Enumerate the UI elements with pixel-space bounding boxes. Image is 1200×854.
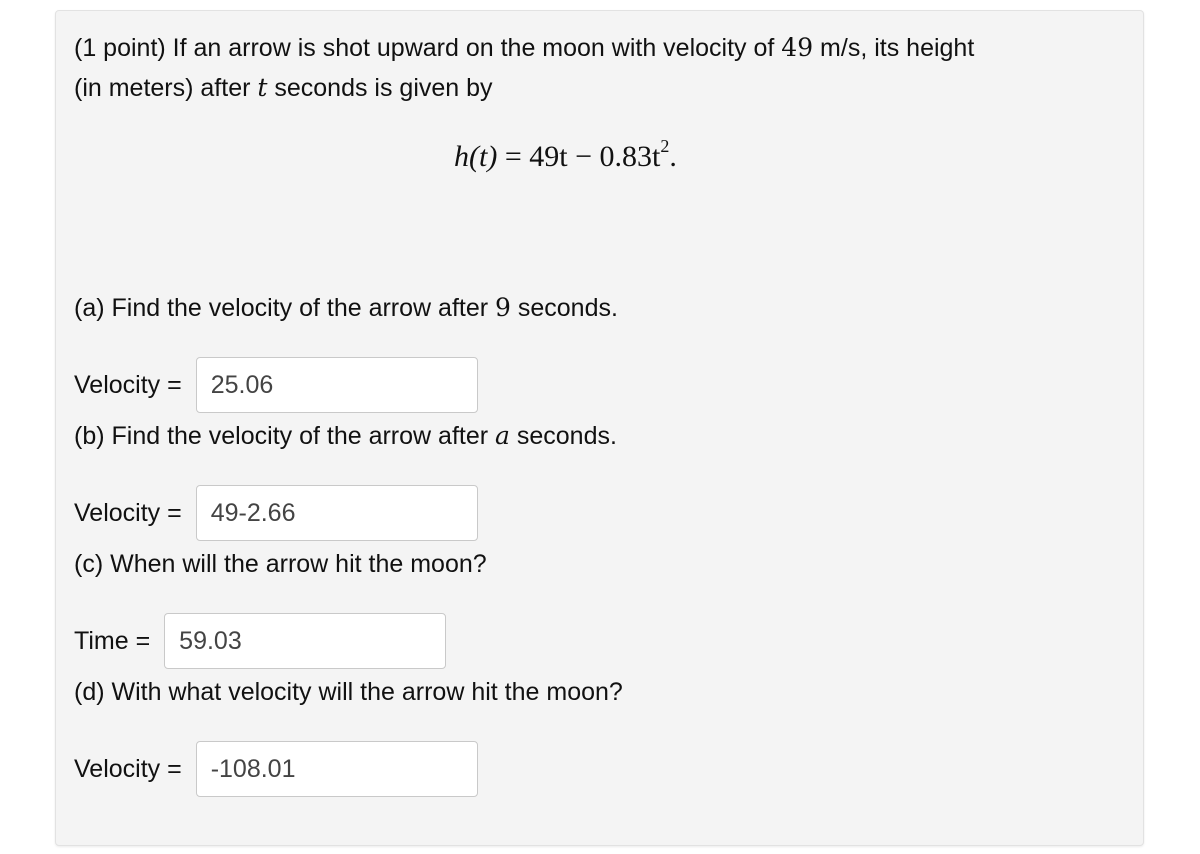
formula-period: . xyxy=(669,140,677,173)
answer-row-c: Time = xyxy=(74,612,447,670)
answer-label: Velocity = xyxy=(74,370,182,399)
question-b: (b) Find the velocity of the arrow after… xyxy=(74,416,617,456)
answer-label: Time = xyxy=(74,626,151,655)
intro-text: (in meters) after xyxy=(74,74,258,102)
formula-equals: = xyxy=(497,140,530,173)
intro-variable: t xyxy=(257,73,268,102)
intro-text: seconds is given by xyxy=(267,74,493,102)
question-c: (c) When will the arrow hit the moon? xyxy=(74,544,487,584)
answer-row-b: Velocity = xyxy=(74,484,478,542)
answer-input-a[interactable] xyxy=(195,357,478,413)
formula-rhs: 49t − 0.83t xyxy=(529,140,661,173)
question-text: (b) Find the velocity of the arrow after xyxy=(74,422,496,450)
answer-input-b[interactable] xyxy=(195,485,478,541)
problem-intro-line1: (1 point) If an arrow is shot upward on … xyxy=(74,28,974,68)
answer-row-a: Velocity = xyxy=(74,356,478,414)
question-text: (c) When will the arrow hit the moon? xyxy=(74,550,487,578)
answer-input-c[interactable] xyxy=(164,613,447,669)
question-variable: a xyxy=(495,421,510,450)
answer-label: Velocity = xyxy=(74,754,182,783)
question-a: (a) Find the velocity of the arrow after… xyxy=(74,288,618,328)
answer-input-d[interactable] xyxy=(195,741,478,797)
intro-text: (1 point) If an arrow is shot upward on … xyxy=(74,34,782,62)
answer-row-d: Velocity = xyxy=(74,740,478,798)
question-d: (d) With what velocity will the arrow hi… xyxy=(74,672,623,712)
question-text: (d) With what velocity will the arrow hi… xyxy=(74,678,623,706)
question-text: seconds. xyxy=(509,422,617,450)
formula-lhs: h(t) xyxy=(454,140,498,173)
problem-intro-line2: (in meters) after t seconds is given by xyxy=(74,68,493,108)
question-text: (a) Find the velocity of the arrow after xyxy=(74,294,496,322)
answer-label: Velocity = xyxy=(74,498,182,527)
formula-exponent: 2 xyxy=(660,136,670,156)
intro-text: m/s, its height xyxy=(813,34,975,62)
intro-velocity-value: 49 xyxy=(781,33,814,62)
height-formula: h(t) = 49t − 0.83t2. xyxy=(454,136,677,174)
question-variable: 9 xyxy=(495,293,511,322)
question-text: seconds. xyxy=(510,294,618,322)
